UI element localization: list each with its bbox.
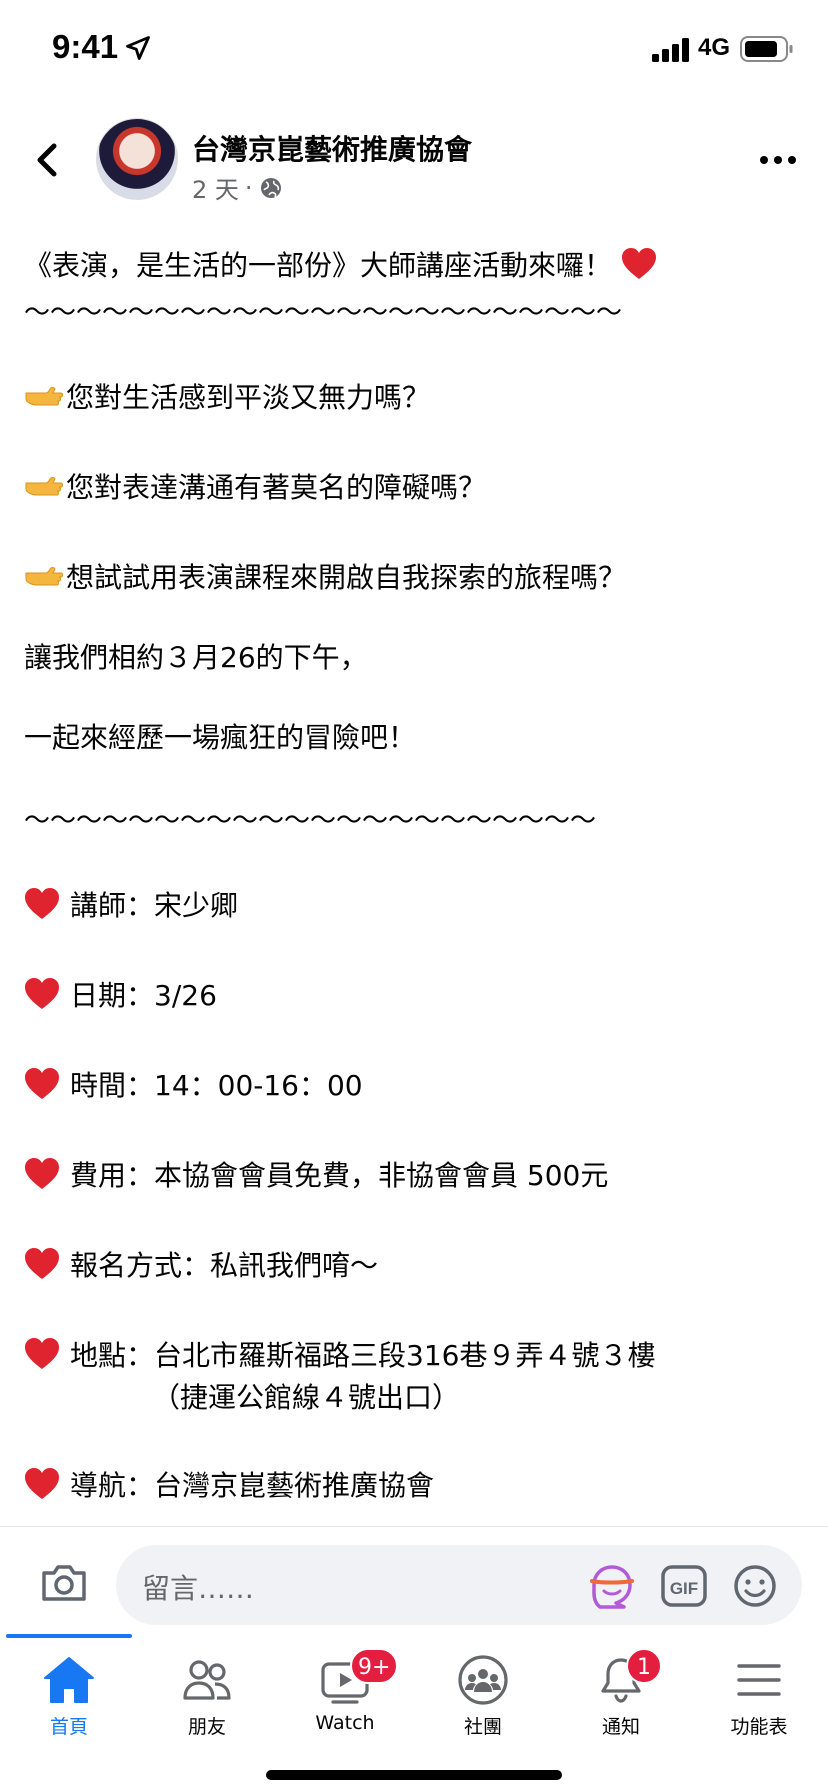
avatar-sticker-icon[interactable] <box>588 1563 636 1609</box>
home-icon <box>44 1657 94 1703</box>
camera-icon[interactable] <box>40 1561 88 1603</box>
post-title: 《表演，是生活的一部份》大師講座活動來囉！ <box>24 249 613 282</box>
home-indicator[interactable] <box>266 1770 562 1780</box>
question-line: 您對表達溝通有著莫名的障礙嗎？ <box>24 466 486 506</box>
gif-icon[interactable]: GIF <box>660 1563 708 1609</box>
heart-emoji-icon <box>25 1468 59 1499</box>
heart-emoji-icon <box>25 978 59 1009</box>
tab-label: 朋友 <box>187 1716 226 1738</box>
heart-emoji-icon <box>25 1338 59 1369</box>
post-title-line: 《表演，是生活的一部份》大師講座活動來囉！ <box>24 244 657 284</box>
meta-separator: · <box>244 173 253 202</box>
page-name[interactable]: 台灣京崑藝術推廣協會 <box>192 128 472 168</box>
detail-text: 報名方式：私訊我們唷～ <box>70 1249 379 1282</box>
post-meta: 2 天 · <box>192 170 283 205</box>
tab-groups[interactable]: 社團 <box>414 1654 552 1764</box>
detail-text: 日期：3/26 <box>70 979 217 1012</box>
tab-label: 社團 <box>463 1716 502 1738</box>
heart-emoji-icon <box>25 1158 59 1189</box>
pointing-hand-emoji-icon <box>25 477 63 496</box>
detail-line: 費用：本協會會員免費，非協會會員 500元 <box>24 1154 608 1194</box>
tab-label: 首頁 <box>49 1716 88 1738</box>
heart-emoji-icon <box>25 1068 59 1099</box>
globe-icon <box>260 177 281 198</box>
detail-text: 導航：台灣京崑藝術推廣協會 <box>70 1469 435 1502</box>
menu-icon <box>737 1664 781 1696</box>
friends-icon <box>183 1660 231 1700</box>
pointing-hand-emoji-icon <box>25 387 63 406</box>
question-text: 您對生活感到平淡又無力嗎？ <box>66 381 431 414</box>
detail-line: 日期：3/26 <box>24 974 217 1014</box>
battery-icon <box>740 36 793 62</box>
detail-text: 地點：台北市羅斯福路三段316巷９弄４號３樓 <box>70 1339 656 1372</box>
tab-label: 通知 <box>601 1716 640 1738</box>
detail-text: 時間：14：00-16：00 <box>70 1069 363 1102</box>
detail-line: 時間：14：00-16：00 <box>24 1064 363 1104</box>
detail-line: 地點：台北市羅斯福路三段316巷９弄４號３樓 <box>24 1334 655 1374</box>
detail-line: 導航：台灣京崑藝術推廣協會 <box>24 1464 434 1504</box>
question-text: 您對表達溝通有著莫名的障礙嗎？ <box>66 471 487 504</box>
comment-bar: 留言…… GIF <box>0 1526 828 1637</box>
status-time: 9:41 <box>52 28 119 65</box>
svg-text:GIF: GIF <box>670 1579 698 1598</box>
tab-home[interactable]: 首頁 <box>0 1654 138 1764</box>
divider-line: ～～～～～～～～～～～～～～～～～～～～～～ <box>24 806 597 836</box>
tab-bar: 首頁 朋友 Watch 9+ 社團 通知 1 功能表 <box>0 1634 828 1792</box>
page-avatar[interactable] <box>96 118 178 200</box>
question-line: 想試試用表演課程來開啟自我探索的旅程嗎？ <box>24 556 626 596</box>
heart-emoji-icon <box>25 1248 59 1279</box>
active-tab-indicator <box>6 1634 132 1638</box>
heart-emoji-icon <box>621 248 656 279</box>
tab-label: Watch <box>315 1712 375 1734</box>
emoji-smile-icon[interactable] <box>732 1563 778 1609</box>
tab-label: 功能表 <box>730 1716 788 1738</box>
detail-line: 報名方式：私訊我們唷～ <box>24 1244 378 1284</box>
post-timestamp[interactable]: 2 天 <box>192 170 239 205</box>
detail-text: 費用：本協會會員免費，非協會會員 500元 <box>70 1159 609 1192</box>
notification-badge: 1 <box>626 1648 662 1684</box>
invite-line-1: 讓我們相約３月26的下午， <box>24 641 368 674</box>
cellular-signal-icon <box>652 38 689 62</box>
tab-notifications[interactable]: 通知 1 <box>552 1648 690 1764</box>
location-note: （捷運公館線４號出口） <box>152 1381 461 1414</box>
question-text: 想試試用表演課程來開啟自我探索的旅程嗎？ <box>66 561 627 594</box>
location-arrow-icon <box>126 36 150 60</box>
tab-watch[interactable]: Watch 9+ <box>276 1648 414 1764</box>
detail-line: 講師：宋少卿 <box>24 884 238 924</box>
groups-icon <box>458 1655 508 1705</box>
question-line: 您對生活感到平淡又無力嗎？ <box>24 376 430 416</box>
tab-friends[interactable]: 朋友 <box>138 1654 276 1764</box>
invite-line-2: 一起來經歷一場瘋狂的冒險吧！ <box>24 721 417 754</box>
detail-text: 講師：宋少卿 <box>70 889 239 922</box>
more-options-icon[interactable] <box>758 150 798 170</box>
tab-menu[interactable]: 功能表 <box>690 1654 828 1764</box>
back-arrow-icon[interactable] <box>30 138 66 182</box>
comment-placeholder: 留言…… <box>142 1572 255 1605</box>
heart-emoji-icon <box>25 888 59 919</box>
watch-badge: 9+ <box>350 1648 399 1684</box>
pointing-hand-emoji-icon <box>25 567 63 586</box>
divider-line: ～～～～～～～～～～～～～～～～～～～～～～～ <box>24 298 623 328</box>
status-bar: 9:41 4G <box>0 0 828 96</box>
network-type: 4G <box>698 34 731 61</box>
